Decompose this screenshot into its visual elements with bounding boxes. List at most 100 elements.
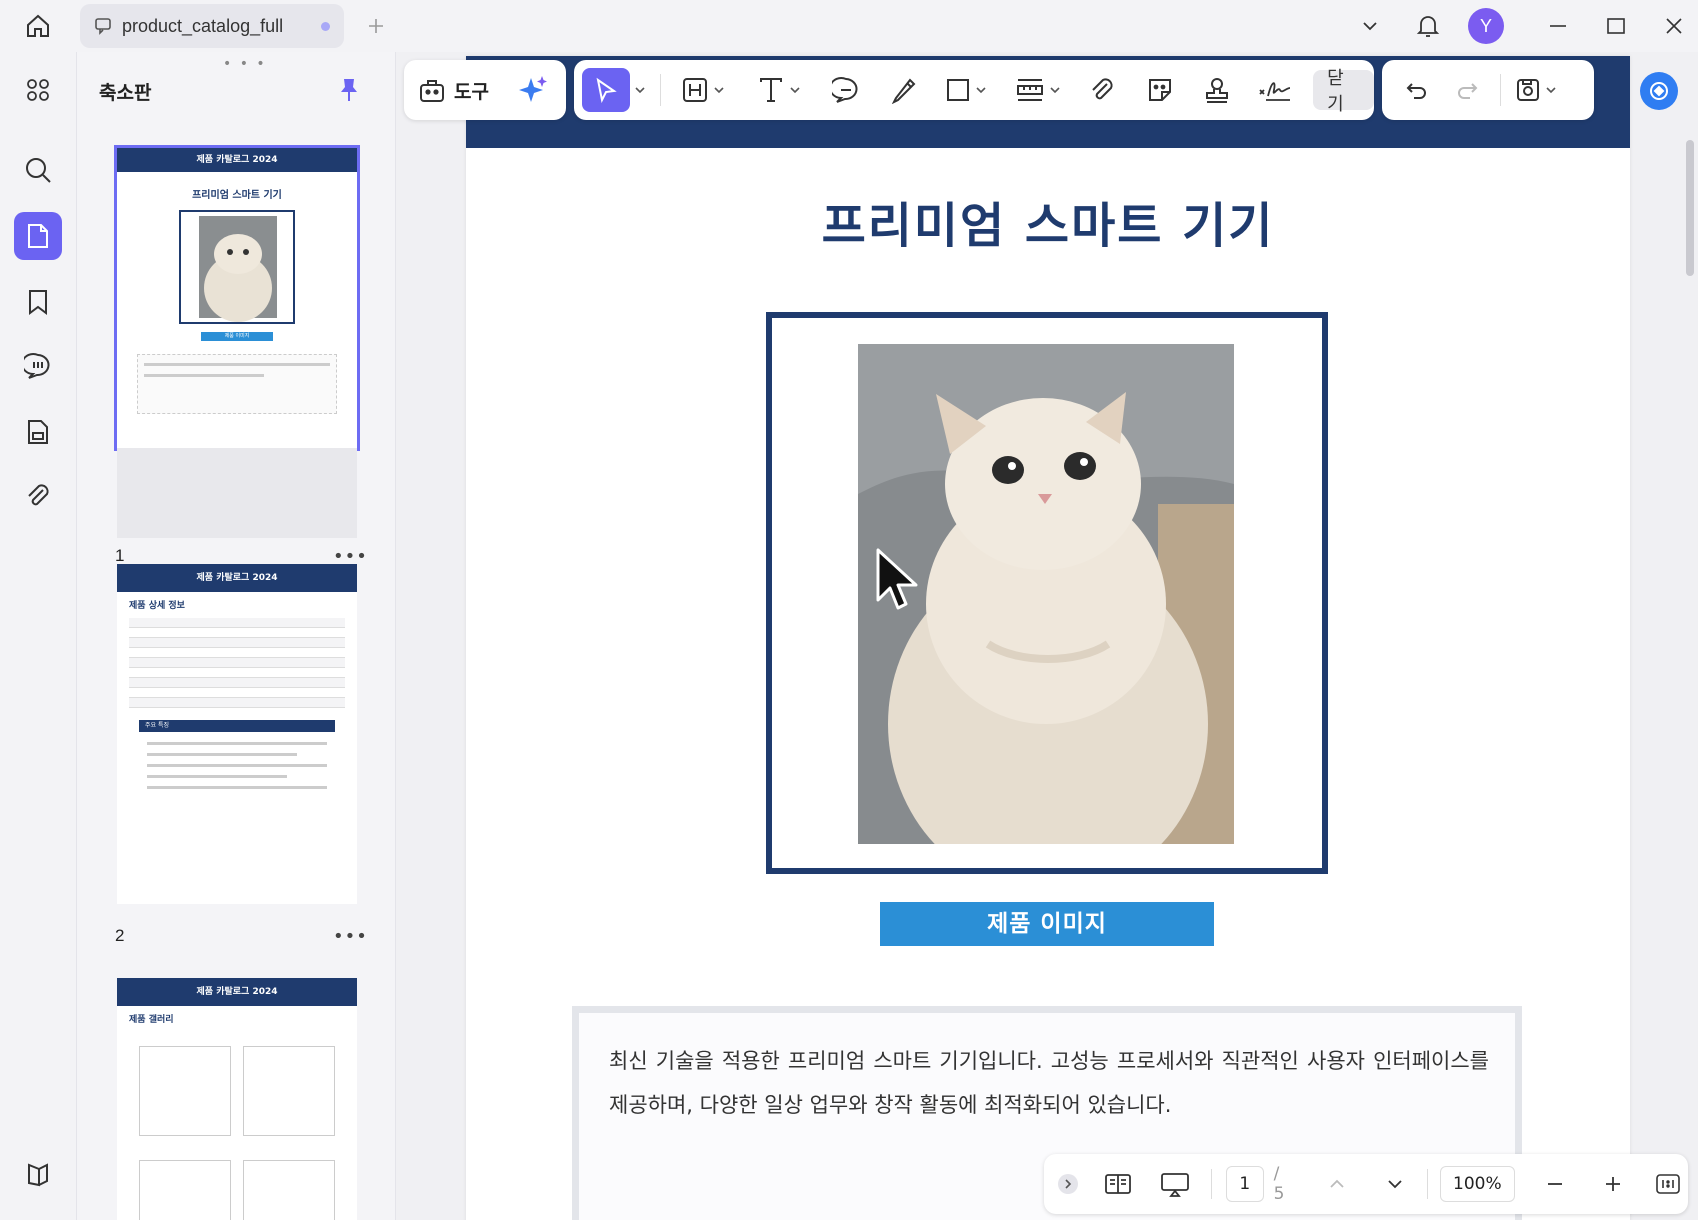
- chevron-down-icon: [1546, 87, 1556, 94]
- navbar-divider: [1210, 1169, 1212, 1199]
- new-tab-button[interactable]: [362, 12, 390, 40]
- tools-toolbar: 도구: [404, 60, 566, 120]
- chevron-down-icon: [1388, 1180, 1402, 1189]
- home-button[interactable]: [20, 8, 56, 44]
- actual-size-button[interactable]: [1648, 1162, 1688, 1206]
- rail-sidebar-toggle-button[interactable]: [14, 1150, 62, 1198]
- stamp-tool-button[interactable]: [1195, 68, 1239, 112]
- plus-icon: [369, 19, 383, 33]
- sparkle-icon: [518, 76, 547, 102]
- product-image-frame: [766, 312, 1328, 874]
- thumbnail-page-1-overflow: [117, 448, 357, 538]
- next-page-button[interactable]: [1375, 1162, 1415, 1206]
- redo-icon: [1458, 83, 1478, 99]
- description-text: 최신 기술을 적용한 프리미엄 스마트 기기입니다. 고성능 프로세서와 직관적…: [609, 1049, 1489, 1117]
- minimize-icon: [1550, 25, 1566, 27]
- document-tab-title: product_catalog_full: [122, 15, 284, 36]
- page-layout-button[interactable]: [1096, 1162, 1140, 1206]
- measure-tool-button[interactable]: [1010, 68, 1066, 112]
- rail-bookmarks-button[interactable]: [14, 278, 62, 326]
- thumbnail-more-button[interactable]: •••: [333, 926, 368, 947]
- thumbnail-title: 프리미엄 스마트 기기: [192, 190, 282, 201]
- thumbnail-page-3[interactable]: 제품 카탈로그 2024 제품 갤러리: [117, 978, 357, 1220]
- tab-list-button[interactable]: [1352, 6, 1388, 46]
- rail-comments-button[interactable]: [14, 342, 62, 390]
- comment-tool-button[interactable]: [825, 68, 869, 112]
- thumbnail-gallery-slot: [139, 1160, 231, 1220]
- comment-icon: [832, 77, 858, 103]
- ai-chat-button[interactable]: [1640, 72, 1678, 110]
- sticker-tool-button[interactable]: [1138, 68, 1182, 112]
- save-button[interactable]: [1511, 68, 1561, 112]
- image-caption: 제품 이미지: [880, 902, 1214, 946]
- tools-button[interactable]: 도구: [414, 68, 493, 112]
- signature-tool-button[interactable]: [1253, 68, 1297, 112]
- ai-assistant-button[interactable]: [513, 68, 553, 112]
- undo-button[interactable]: [1394, 68, 1438, 112]
- zoom-out-button[interactable]: [1535, 1162, 1575, 1206]
- thumbnail-header: 제품 카탈로그 2024: [117, 978, 357, 1006]
- home-icon: [27, 14, 49, 37]
- left-icon-rail: [0, 52, 76, 1220]
- thumbnail-gallery-slot: [243, 1160, 335, 1220]
- minus-icon: [1547, 1183, 1562, 1185]
- close-icon: [1666, 18, 1682, 34]
- rail-pages-button[interactable]: [14, 408, 62, 456]
- stamp-icon: [1206, 78, 1229, 103]
- pin-panel-button[interactable]: [335, 74, 363, 106]
- panel-drag-handle[interactable]: • • •: [223, 56, 267, 72]
- rectangle-icon: [947, 79, 970, 101]
- presentation-icon: [1161, 1173, 1190, 1197]
- signature-icon: [1259, 82, 1291, 101]
- bookmark-icon: [29, 290, 47, 315]
- plus-icon: [1605, 1177, 1620, 1191]
- attach-tool-button[interactable]: [1080, 68, 1124, 112]
- bell-icon: [1416, 16, 1440, 37]
- rail-search-button[interactable]: [14, 146, 62, 194]
- paperclip-icon: [28, 484, 49, 506]
- sticker-icon: [1148, 79, 1171, 101]
- user-avatar-button[interactable]: Y: [1466, 6, 1506, 46]
- zoom-in-button[interactable]: [1593, 1162, 1633, 1206]
- thumbnail-page-2[interactable]: 제품 카탈로그 2024 제품 상세 정보 주요 특징: [117, 564, 357, 904]
- page-navigation-bar: 1 / 5 100%: [1044, 1154, 1688, 1214]
- notifications-button[interactable]: [1410, 6, 1446, 46]
- document-tab[interactable]: product_catalog_full: [80, 4, 344, 48]
- cat-thumbnail-image: [199, 216, 277, 322]
- document-tab-icon: [92, 15, 114, 37]
- collapse-navbar-button[interactable]: [1052, 1162, 1084, 1206]
- mouse-cursor-icon: [876, 548, 918, 610]
- thumbnail-caption: 제품 이미지: [201, 332, 273, 341]
- ruler-icon: [1016, 79, 1043, 101]
- unsaved-indicator: [321, 22, 330, 31]
- previous-page-button[interactable]: [1317, 1162, 1357, 1206]
- presentation-button[interactable]: [1153, 1162, 1197, 1206]
- maximize-button[interactable]: [1596, 6, 1636, 46]
- rail-all-tools-button[interactable]: [14, 66, 62, 114]
- redo-button[interactable]: [1446, 68, 1490, 112]
- rail-attachments-button[interactable]: [14, 472, 62, 520]
- book-icon: [28, 1163, 48, 1187]
- thumbnail-page-1[interactable]: 제품 카탈로그 2024 프리미엄 스마트 기기 제품 이미지: [114, 145, 360, 451]
- zoom-level-input[interactable]: 100%: [1439, 1166, 1516, 1202]
- rail-thumbnails-button[interactable]: [14, 212, 62, 260]
- chevron-down-icon: [1050, 87, 1060, 94]
- text-tool-button[interactable]: [751, 68, 807, 112]
- shape-tool-button[interactable]: [938, 68, 994, 112]
- close-window-button[interactable]: [1654, 6, 1694, 46]
- history-toolbar: [1382, 60, 1594, 120]
- highlight-tool-button[interactable]: [675, 68, 731, 112]
- select-tool-button[interactable]: [582, 68, 646, 112]
- close-annotation-button[interactable]: 닫기: [1313, 68, 1374, 115]
- undo-icon: [1406, 83, 1426, 99]
- pen-tool-button[interactable]: [882, 68, 926, 112]
- highlight-icon: [682, 78, 707, 102]
- maximize-icon: [1607, 18, 1625, 34]
- thumbnail-gallery-slot: [139, 1046, 231, 1136]
- two-page-icon: [1104, 1174, 1131, 1194]
- thumbnail-page-number: 2: [115, 926, 125, 945]
- thumbnail-gallery-slot: [243, 1046, 335, 1136]
- vertical-scrollbar[interactable]: [1686, 140, 1694, 276]
- minimize-button[interactable]: [1538, 6, 1578, 46]
- current-page-input[interactable]: 1: [1225, 1166, 1264, 1202]
